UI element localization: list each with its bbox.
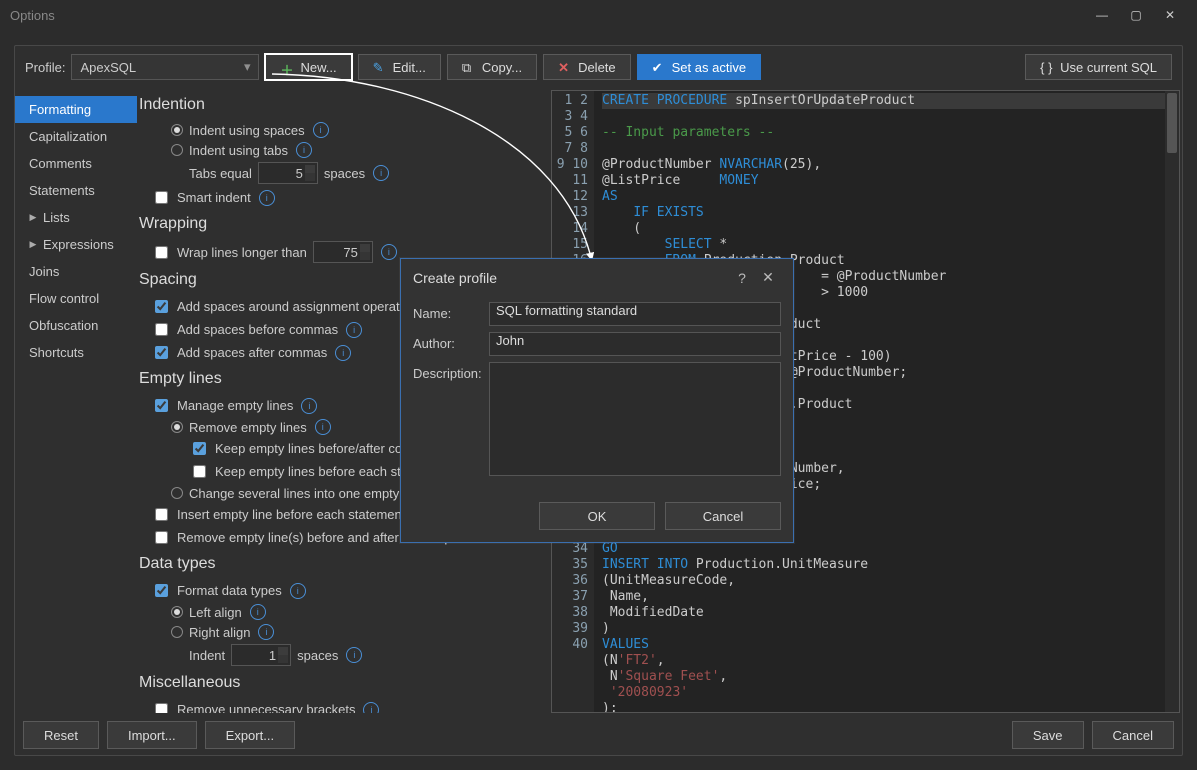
export-button[interactable]: Export... <box>205 721 295 749</box>
description-input[interactable] <box>489 362 781 476</box>
nav-item-comments[interactable]: Comments <box>15 150 137 177</box>
dialog-cancel-button[interactable]: Cancel <box>665 502 781 530</box>
info-icon[interactable]: i <box>373 165 389 181</box>
tabs-equal-input[interactable]: 5 <box>258 162 318 184</box>
delete-button[interactable]: ✕Delete <box>543 54 631 80</box>
delete-icon: ✕ <box>558 60 572 74</box>
info-icon[interactable]: i <box>296 142 312 158</box>
radio-indent-spaces[interactable] <box>171 124 183 136</box>
nav-item-lists[interactable]: ▶Lists <box>15 204 137 231</box>
profile-select-value: ApexSQL <box>80 60 136 75</box>
radio-change-one[interactable] <box>171 487 183 499</box>
pencil-icon: ✎ <box>373 60 387 74</box>
wrap-length-input[interactable]: 75 <box>313 241 373 263</box>
maximize-button[interactable]: ▢ <box>1119 8 1153 22</box>
section-indention: Indention <box>139 96 543 114</box>
title-bar: Options — ▢ ✕ <box>0 0 1197 30</box>
info-icon[interactable]: i <box>258 624 274 640</box>
minimize-button[interactable]: — <box>1085 8 1119 22</box>
dialog-titlebar: Create profile ? ✕ <box>401 259 793 296</box>
nav-item-expressions[interactable]: ▶Expressions <box>15 231 137 258</box>
author-label: Author: <box>413 332 489 351</box>
nav-item-joins[interactable]: Joins <box>15 258 137 285</box>
close-button[interactable]: ✕ <box>1153 8 1187 22</box>
info-icon[interactable]: i <box>315 419 331 435</box>
section-wrapping: Wrapping <box>139 215 543 233</box>
footer: Reset Import... Export... Save Cancel <box>15 715 1182 755</box>
toolbar: Profile: ApexSQL ▾ ＋New... ✎Edit... ⧉Cop… <box>15 46 1182 88</box>
use-current-sql-button[interactable]: { }Use current SQL <box>1025 54 1172 80</box>
info-icon[interactable]: i <box>346 647 362 663</box>
plus-icon: ＋ <box>280 60 294 74</box>
cancel-button[interactable]: Cancel <box>1092 721 1174 749</box>
info-icon[interactable]: i <box>250 604 266 620</box>
check-keep-comments[interactable] <box>193 442 206 455</box>
dialog-ok-button[interactable]: OK <box>539 502 655 530</box>
name-label: Name: <box>413 302 489 321</box>
info-icon[interactable]: i <box>363 702 379 714</box>
radio-remove-empty[interactable] <box>171 421 183 433</box>
set-active-button[interactable]: ✔Set as active <box>637 54 761 80</box>
check-format-datatypes[interactable] <box>155 584 168 597</box>
profile-select[interactable]: ApexSQL ▾ <box>71 54 259 80</box>
info-icon[interactable]: i <box>335 345 351 361</box>
info-icon[interactable]: i <box>259 190 275 206</box>
check-space-around[interactable] <box>155 300 168 313</box>
radio-right-align[interactable] <box>171 626 183 638</box>
nav-item-formatting[interactable]: Formatting <box>15 96 137 123</box>
name-input[interactable]: SQL formatting standard <box>489 302 781 326</box>
window-title: Options <box>10 8 55 23</box>
check-remove-script[interactable] <box>155 531 168 544</box>
save-button[interactable]: Save <box>1012 721 1084 749</box>
profile-label: Profile: <box>25 60 65 75</box>
check-smart-indent[interactable] <box>155 191 168 204</box>
check-icon: ✔ <box>652 60 666 74</box>
check-wrap-longer[interactable] <box>155 246 168 259</box>
section-data-types: Data types <box>139 555 543 573</box>
section-misc: Miscellaneous <box>139 674 543 692</box>
copy-button[interactable]: ⧉Copy... <box>447 54 537 80</box>
vertical-scrollbar[interactable] <box>1165 91 1179 712</box>
create-profile-dialog: Create profile ? ✕ Name:SQL formatting s… <box>400 258 794 543</box>
info-icon[interactable]: i <box>301 398 317 414</box>
description-label: Description: <box>413 362 489 381</box>
options-window: Options — ▢ ✕ Profile: ApexSQL ▾ ＋New...… <box>0 0 1197 770</box>
info-icon[interactable]: i <box>313 122 329 138</box>
scrollbar-thumb[interactable] <box>1167 93 1177 153</box>
dialog-title: Create profile <box>413 270 497 286</box>
nav-item-shortcuts[interactable]: Shortcuts <box>15 339 137 366</box>
dialog-close-button[interactable]: ✕ <box>755 269 781 286</box>
radio-indent-tabs[interactable] <box>171 144 183 156</box>
check-remove-brackets[interactable] <box>155 703 168 713</box>
nav-item-capitalization[interactable]: Capitalization <box>15 123 137 150</box>
check-manage-empty[interactable] <box>155 399 168 412</box>
check-keep-each[interactable] <box>193 465 206 478</box>
category-nav: FormattingCapitalizationCommentsStatemen… <box>15 90 137 713</box>
copy-icon: ⧉ <box>462 60 476 74</box>
info-icon[interactable]: i <box>346 322 362 338</box>
caret-icon: ▶ <box>29 239 37 250</box>
dialog-help-button[interactable]: ? <box>729 270 755 286</box>
nav-item-flow-control[interactable]: Flow control <box>15 285 137 312</box>
new-button[interactable]: ＋New... <box>265 54 351 80</box>
chevron-down-icon: ▾ <box>244 59 251 75</box>
author-input[interactable]: John <box>489 332 781 356</box>
nav-item-statements[interactable]: Statements <box>15 177 137 204</box>
caret-icon: ▶ <box>29 212 37 223</box>
check-space-before-commas[interactable] <box>155 323 168 336</box>
nav-item-obfuscation[interactable]: Obfuscation <box>15 312 137 339</box>
reset-button[interactable]: Reset <box>23 721 99 749</box>
check-space-after-commas[interactable] <box>155 346 168 359</box>
info-icon[interactable]: i <box>290 583 306 599</box>
import-button[interactable]: Import... <box>107 721 197 749</box>
radio-left-align[interactable] <box>171 606 183 618</box>
info-icon[interactable]: i <box>381 244 397 260</box>
braces-icon: { } <box>1040 60 1054 74</box>
check-insert-before[interactable] <box>155 508 168 521</box>
datatype-indent-input[interactable]: 1 <box>231 644 291 666</box>
edit-button[interactable]: ✎Edit... <box>358 54 441 80</box>
